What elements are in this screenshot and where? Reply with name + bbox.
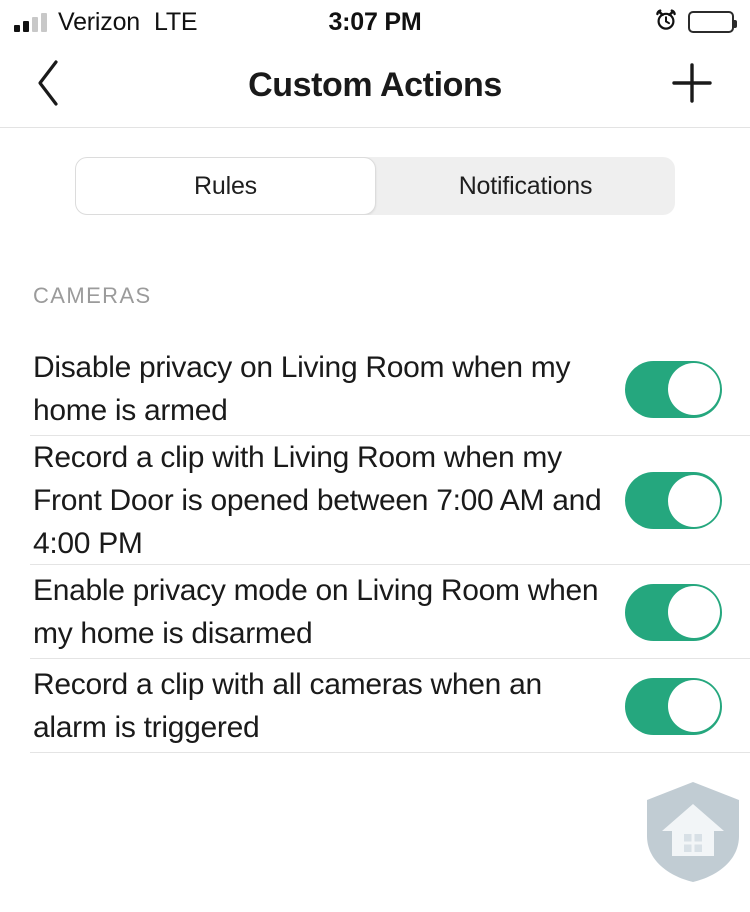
alarm-clock-icon: [654, 8, 678, 37]
rule-row[interactable]: Record a clip with Living Room when my F…: [0, 436, 750, 565]
status-bar-left: Verizon LTE: [14, 7, 198, 37]
toggle-knob: [667, 680, 720, 732]
rule-row[interactable]: Disable privacy on Living Room when my h…: [0, 342, 750, 436]
rule-label: Record a clip with all cameras when an a…: [33, 668, 542, 744]
network-type: LTE: [154, 7, 198, 36]
tab-notifications-label: Notifications: [458, 171, 593, 200]
battery-icon: [688, 11, 737, 33]
status-bar-right: [654, 8, 737, 37]
toggle-knob: [667, 474, 720, 527]
rule-label: Enable privacy mode on Living Room when …: [33, 574, 599, 650]
cellular-signal-icon: [14, 12, 47, 32]
home-shield-logo-watermark: [644, 780, 742, 884]
tab-rules[interactable]: Rules: [75, 157, 376, 215]
segmented-control-wrap: Rules Notifications: [0, 128, 750, 215]
back-button[interactable]: [34, 57, 80, 115]
tab-notifications[interactable]: Notifications: [376, 157, 675, 215]
phone-screen: Verizon LTE 3:07 PM Custom Actions Rules…: [0, 0, 750, 912]
chevron-left-icon: [34, 58, 64, 113]
toggle-knob: [667, 363, 720, 415]
rule-toggle[interactable]: [625, 360, 722, 418]
segmented-control: Rules Notifications: [75, 157, 675, 215]
add-rule-button[interactable]: [668, 62, 716, 110]
row-divider: [30, 752, 750, 753]
rule-row[interactable]: Enable privacy mode on Living Room when …: [0, 565, 750, 659]
rule-label: Record a clip with Living Room when my F…: [33, 441, 602, 560]
rule-toggle[interactable]: [625, 677, 722, 735]
tab-rules-label: Rules: [194, 171, 257, 200]
navigation-bar: Custom Actions: [0, 44, 750, 128]
plus-icon: [669, 60, 715, 111]
rule-toggle[interactable]: [625, 583, 722, 641]
carrier-name: Verizon: [58, 7, 140, 36]
rule-row[interactable]: Record a clip with all cameras when an a…: [0, 659, 750, 753]
rule-toggle[interactable]: [625, 472, 722, 529]
status-bar: Verizon LTE 3:07 PM: [0, 0, 750, 44]
toggle-knob: [667, 586, 720, 638]
rules-list: Disable privacy on Living Room when my h…: [0, 342, 750, 753]
section-header-cameras: CAMERAS: [33, 283, 152, 308]
rule-label: Disable privacy on Living Room when my h…: [33, 351, 571, 427]
page-title: Custom Actions: [248, 66, 502, 104]
